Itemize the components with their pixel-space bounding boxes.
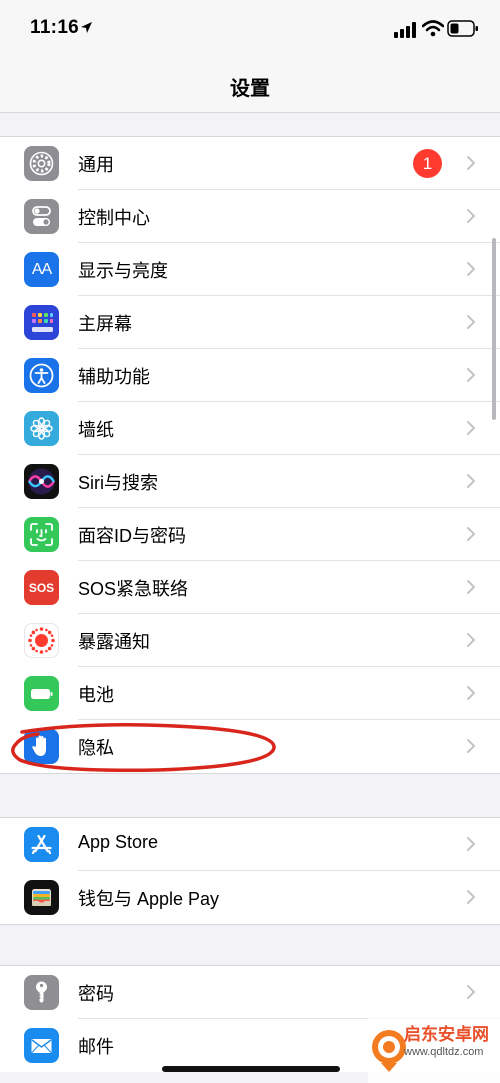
settings-group-1: 通用 1 控制中心 AA 显示与亮度 主屏幕 辅助功能 墙纸 Siri与搜索 面… xyxy=(0,136,500,774)
settings-row-label: SOS紧急联络 xyxy=(78,579,189,599)
cellular-signal-icon xyxy=(394,22,416,38)
sos-glyph: SOS xyxy=(28,580,55,595)
settings-row-label: 主屏幕 xyxy=(78,314,132,334)
settings-row-label: 通用 xyxy=(78,155,114,175)
settings-row-label: 面容ID与密码 xyxy=(78,526,186,546)
settings-row-control-center[interactable]: 控制中心 xyxy=(0,190,500,243)
settings-row-siri[interactable]: Siri与搜索 xyxy=(0,455,500,508)
status-bar: 11:16 xyxy=(0,0,500,60)
chevron-right-icon xyxy=(467,985,475,999)
settings-row-wallpaper[interactable]: 墙纸 xyxy=(0,402,500,455)
settings-row-home-screen[interactable]: 主屏幕 xyxy=(0,296,500,349)
sos-icon: SOS xyxy=(24,570,59,605)
chevron-right-icon xyxy=(467,527,475,541)
chevron-right-icon xyxy=(467,368,475,382)
settings-row-accessibility[interactable]: 辅助功能 xyxy=(0,349,500,402)
chevron-right-icon xyxy=(467,633,475,647)
settings-row-face-id[interactable]: 面容ID与密码 xyxy=(0,508,500,561)
page-title: 设置 xyxy=(230,76,270,100)
chevron-right-icon xyxy=(467,580,475,594)
text-size-glyph: AA xyxy=(31,260,52,278)
settings-row-label: 墙纸 xyxy=(78,420,114,440)
key-icon xyxy=(24,975,59,1010)
home-grid-icon xyxy=(24,305,59,340)
chevron-right-icon xyxy=(467,421,475,435)
chevron-right-icon xyxy=(467,837,475,851)
chevron-right-icon xyxy=(467,315,475,329)
wifi-icon xyxy=(422,20,444,37)
settings-row-label: 邮件 xyxy=(78,1037,114,1057)
scroll-indicator[interactable] xyxy=(492,238,496,420)
battery-status-icon xyxy=(447,20,478,37)
settings-row-label: 显示与亮度 xyxy=(78,261,168,281)
chevron-right-icon xyxy=(467,209,475,223)
mail-icon xyxy=(24,1028,59,1063)
app-store-icon xyxy=(24,827,59,862)
navigation-bar: 设置 xyxy=(0,60,500,113)
settings-row-wallet[interactable]: 钱包与 Apple Pay xyxy=(0,871,500,924)
chevron-right-icon xyxy=(467,686,475,700)
status-time: 11:16 xyxy=(30,17,80,38)
accessibility-icon xyxy=(24,358,59,393)
face-id-icon xyxy=(24,517,59,552)
notification-badge: 1 xyxy=(413,149,442,178)
battery-icon xyxy=(24,676,59,711)
settings-row-sos[interactable]: SOS SOS紧急联络 xyxy=(0,561,500,614)
text-size-icon: AA xyxy=(24,252,59,287)
settings-group-2: App Store 钱包与 Apple Pay xyxy=(0,817,500,925)
settings-row-label: 控制中心 xyxy=(78,208,150,228)
location-arrow-icon xyxy=(81,22,92,33)
exposure-icon xyxy=(24,623,59,658)
watermark-url: www.qdltdz.com xyxy=(404,1046,484,1058)
watermark-title: 启东安卓网 xyxy=(404,1025,489,1045)
settings-row-label: 密码 xyxy=(78,984,114,1004)
settings-row-label: Siri与搜索 xyxy=(78,473,158,493)
chevron-right-icon xyxy=(467,739,475,753)
annotation-ellipse xyxy=(11,723,276,773)
settings-row-general[interactable]: 通用 1 xyxy=(0,137,500,190)
settings-row-label: App Store xyxy=(78,832,159,852)
settings-row-label: 暴露通知 xyxy=(78,632,150,652)
flower-icon xyxy=(24,411,59,446)
chevron-right-icon xyxy=(467,262,475,276)
settings-row-passwords[interactable]: 密码 xyxy=(0,966,500,1019)
chevron-right-icon xyxy=(467,890,475,904)
siri-icon xyxy=(24,464,59,499)
home-indicator[interactable] xyxy=(162,1066,340,1072)
gear-icon xyxy=(24,146,59,181)
chevron-right-icon xyxy=(467,474,475,488)
switches-icon xyxy=(24,199,59,234)
wallet-icon xyxy=(24,880,59,915)
settings-row-label: 钱包与 Apple Pay xyxy=(78,889,220,909)
chevron-right-icon xyxy=(467,156,475,170)
settings-row-label: 辅助功能 xyxy=(78,367,150,387)
settings-row-display[interactable]: AA 显示与亮度 xyxy=(0,243,500,296)
settings-row-battery[interactable]: 电池 xyxy=(0,667,500,720)
settings-row-exposure[interactable]: 暴露通知 xyxy=(0,614,500,667)
settings-row-label: 电池 xyxy=(78,685,114,705)
settings-row-app-store[interactable]: App Store xyxy=(0,818,500,871)
